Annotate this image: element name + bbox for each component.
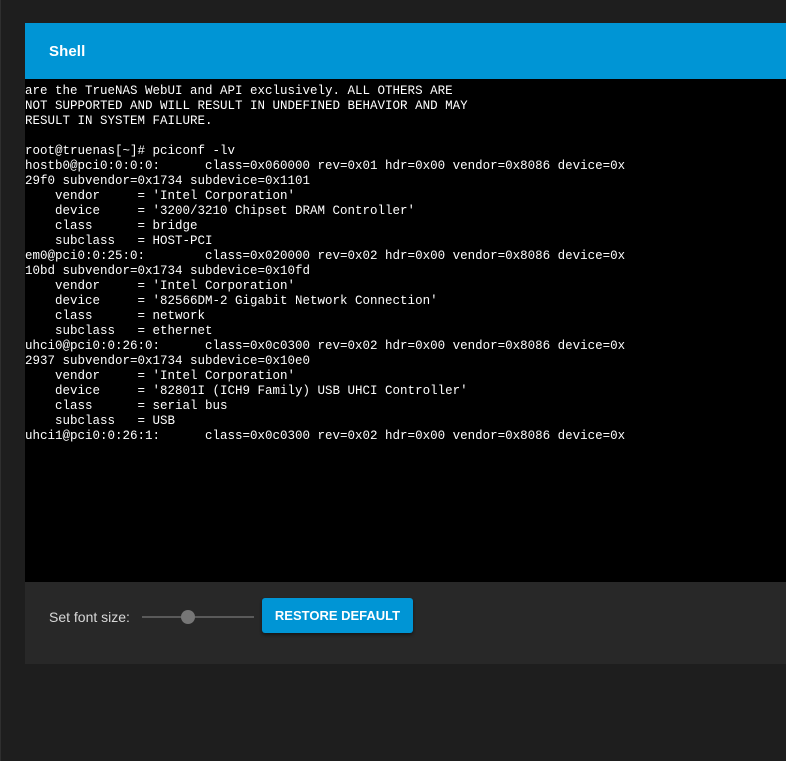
card-title: Shell (49, 42, 86, 60)
shell-card: Shell are the TrueNAS WebUI and API excl… (25, 23, 786, 664)
card-header: Shell (25, 23, 786, 79)
terminal-line: subclass = USB (25, 414, 176, 428)
restore-default-button[interactable]: RESTORE DEFAULT (262, 598, 413, 633)
slider-track[interactable] (142, 616, 254, 618)
terminal-line: subclass = ethernet (25, 324, 213, 338)
slider-thumb[interactable] (181, 610, 195, 624)
terminal-line: device = '82566DM-2 Gigabit Network Conn… (25, 294, 438, 308)
font-size-label: Set font size: (49, 609, 130, 625)
terminal-line: hostb0@pci0:0:0:0: class=0x060000 rev=0x… (25, 159, 626, 173)
terminal-line: are the TrueNAS WebUI and API exclusivel… (25, 84, 453, 98)
terminal-line: device = '82801I (ICH9 Family) USB UHCI … (25, 384, 468, 398)
terminal[interactable]: are the TrueNAS WebUI and API exclusivel… (25, 79, 786, 582)
terminal-line: 10bd subvendor=0x1734 subdevice=0x10fd (25, 264, 311, 278)
terminal-line: em0@pci0:0:25:0: class=0x020000 rev=0x02… (25, 249, 626, 263)
terminal-line: class = bridge (25, 219, 198, 233)
terminal-output: are the TrueNAS WebUI and API exclusivel… (25, 79, 786, 444)
terminal-line: 29f0 subvendor=0x1734 subdevice=0x1101 (25, 174, 311, 188)
terminal-line: uhci1@pci0:0:26:1: class=0x0c0300 rev=0x… (25, 429, 626, 443)
terminal-line: NOT SUPPORTED AND WILL RESULT IN UNDEFIN… (25, 99, 468, 113)
terminal-line: vendor = 'Intel Corporation' (25, 279, 296, 293)
terminal-line: 2937 subvendor=0x1734 subdevice=0x10e0 (25, 354, 311, 368)
terminal-line: root@truenas[~]# pciconf -lv (25, 144, 236, 158)
terminal-line: vendor = 'Intel Corporation' (25, 369, 296, 383)
terminal-line: vendor = 'Intel Corporation' (25, 189, 296, 203)
sidebar-edge (0, 0, 1, 761)
terminal-line: class = network (25, 309, 206, 323)
terminal-line: uhci0@pci0:0:26:0: class=0x0c0300 rev=0x… (25, 339, 626, 353)
terminal-line: class = serial bus (25, 399, 228, 413)
terminal-line: RESULT IN SYSTEM FAILURE. (25, 114, 213, 128)
font-size-slider[interactable] (142, 607, 254, 627)
terminal-line: device = '3200/3210 Chipset DRAM Control… (25, 204, 416, 218)
font-controls: Set font size: RESTORE DEFAULT (25, 582, 786, 664)
terminal-line: subclass = HOST-PCI (25, 234, 213, 248)
